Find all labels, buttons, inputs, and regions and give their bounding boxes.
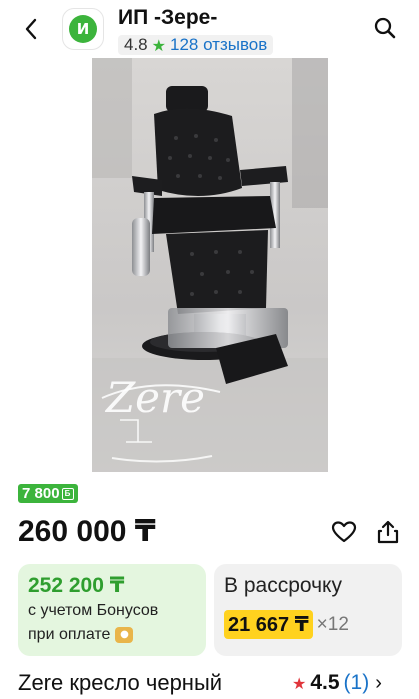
share-button[interactable]: [372, 516, 404, 548]
favorite-button[interactable]: [328, 516, 360, 548]
installment-amount: 21 667 ₸: [224, 610, 313, 639]
installment-terms: 21 667 ₸ ×12: [224, 610, 349, 639]
chevron-left-icon: [25, 18, 37, 40]
chevron-right-icon: ›: [375, 671, 382, 694]
share-icon: [377, 520, 399, 544]
store-rating-value: 4.8: [124, 35, 148, 54]
bonus-amount: 7 800: [22, 485, 60, 502]
product-photo[interactable]: Zere: [92, 58, 328, 472]
bonus-note-line1: с учетом Бонусов: [28, 602, 159, 619]
installment-card[interactable]: В рассрочку 21 667 ₸ ×12: [214, 564, 402, 656]
store-name[interactable]: ИП -Зере-: [118, 6, 217, 30]
store-avatar[interactable]: И: [62, 8, 104, 50]
product-title: Zere кресло черный: [18, 670, 223, 695]
store-reviews-link[interactable]: 128 отзывов: [170, 35, 267, 55]
bonus-icon: Б: [61, 487, 74, 500]
installment-multiplier: ×12: [316, 613, 349, 635]
product-gallery[interactable]: Zere: [0, 58, 419, 474]
store-initial: И: [69, 15, 97, 43]
app-header: И ИП -Зере- 4.8 ★ 128 отзывов: [0, 0, 419, 58]
bonus-badge: 7 800 Б: [18, 484, 78, 503]
star-icon: ★: [292, 673, 307, 693]
coin-icon: ●: [115, 627, 134, 643]
bonus-price-card[interactable]: 252 200 ₸ с учетом Бонусов при оплате ●: [18, 564, 206, 656]
installment-title: В рассрочку: [224, 574, 342, 597]
product-rating[interactable]: ★ 4.5 (1) ›: [292, 671, 382, 695]
product-reviews-count[interactable]: (1): [344, 671, 370, 695]
bonus-note-line2-text: при оплате: [28, 626, 111, 643]
star-icon: ★: [151, 35, 166, 55]
store-rating[interactable]: 4.8 ★ 128 отзывов: [118, 35, 274, 55]
product-price: 260 000 ₸: [18, 515, 156, 548]
barber-chair-image: Zere: [92, 58, 328, 472]
back-button[interactable]: [14, 12, 48, 46]
watermark-text: Zere: [104, 373, 205, 422]
bonus-price: 252 200 ₸: [28, 574, 125, 597]
search-icon: [374, 17, 396, 39]
product-rating-value: 4.5: [310, 671, 340, 694]
search-button[interactable]: [369, 12, 401, 44]
heart-icon: [331, 521, 357, 543]
bonus-note-line2: при оплате ●: [28, 626, 134, 644]
